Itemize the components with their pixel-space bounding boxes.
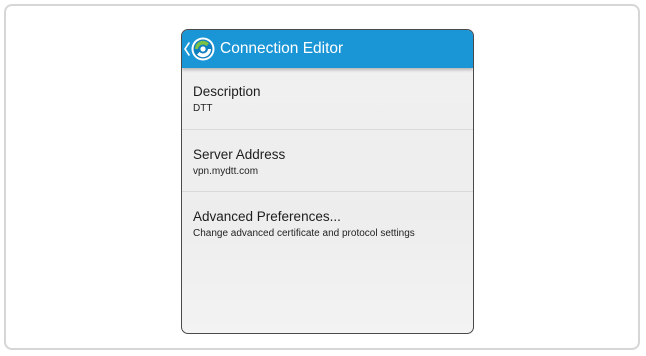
preference-title: Server Address <box>193 147 286 162</box>
preference-summary: Change advanced certificate and protocol… <box>193 228 415 239</box>
screen-title: Connection Editor <box>220 40 344 57</box>
preference-server-address[interactable]: Server Address vpn.mydtt.com <box>182 130 473 192</box>
preference-list: Description DTT Server Address vpn.mydtt… <box>182 68 473 252</box>
connection-editor-screen: Connection Editor Description DTT Server… <box>181 29 474 334</box>
preference-advanced[interactable]: Advanced Preferences... Change advanced … <box>182 192 473 252</box>
preference-title: Description <box>193 84 261 99</box>
preference-description[interactable]: Description DTT <box>182 68 473 130</box>
app-logo-icon[interactable] <box>190 36 216 62</box>
preference-title: Advanced Preferences... <box>193 209 341 224</box>
preference-summary: DTT <box>193 103 213 114</box>
preference-summary: vpn.mydtt.com <box>193 166 259 177</box>
action-bar: Connection Editor <box>182 30 473 68</box>
